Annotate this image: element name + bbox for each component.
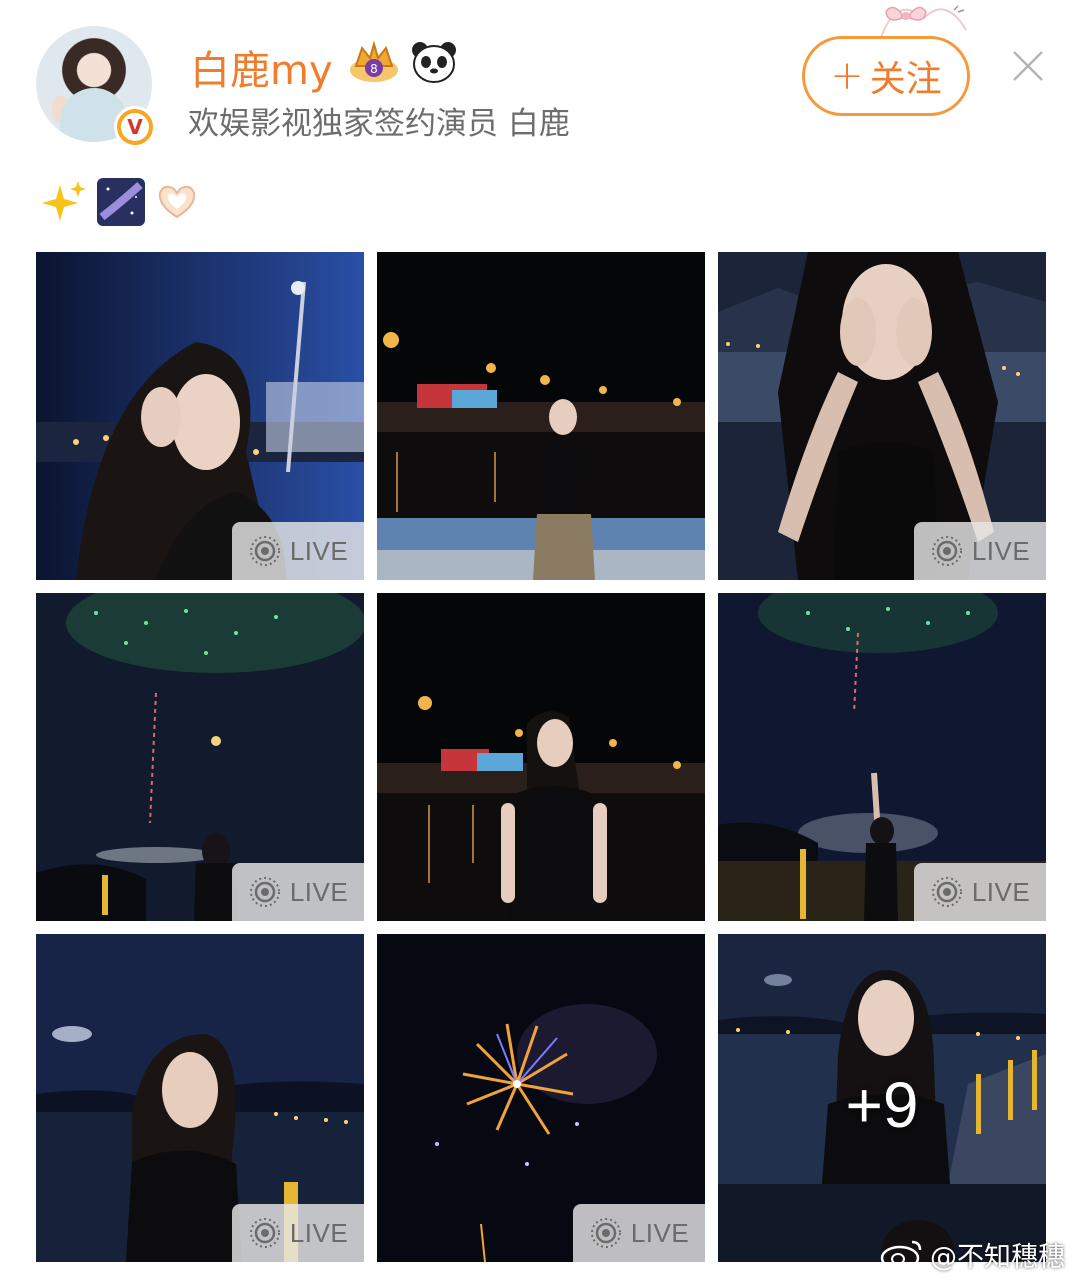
follow-button-label: 关注 [869, 59, 942, 100]
live-badge: LIVE [914, 863, 1046, 921]
heart-hands-icon [158, 185, 196, 219]
live-badge: LIVE [914, 522, 1046, 580]
photo-tile-4[interactable]: LIVE [36, 593, 364, 921]
weibo-logo-icon [880, 1240, 922, 1270]
sparkles-icon [42, 181, 86, 221]
user-description: 欢娱影视独家签约演员 白鹿 [188, 106, 570, 142]
galaxy-icon [97, 178, 145, 226]
follow-button[interactable]: + 关注 [802, 36, 970, 116]
photo-tile-2[interactable] [377, 252, 705, 580]
live-label: LIVE [289, 535, 349, 566]
live-badge: LIVE [232, 1204, 364, 1262]
vip-crown-icon: 8 [350, 40, 398, 82]
live-label: LIVE [971, 876, 1031, 907]
photo-tile-7[interactable]: LIVE [36, 934, 364, 1262]
post-header: V 白鹿my 8 欢娱影视独家签约演员 白鹿 + 关注 [0, 0, 1080, 160]
live-photo-icon [249, 1218, 280, 1248]
weibo-watermark: @不知穗穗 [880, 1234, 1065, 1274]
live-label: LIVE [289, 1217, 349, 1248]
live-photo-icon [931, 877, 962, 907]
live-label: LIVE [289, 876, 349, 907]
live-badge: LIVE [573, 1204, 705, 1262]
live-label: LIVE [630, 1217, 690, 1248]
verified-badge-icon: V [114, 106, 156, 148]
live-label: LIVE [971, 535, 1031, 566]
more-photos-count[interactable]: +9 [718, 934, 1046, 1262]
live-photo-icon [931, 536, 962, 566]
photo-tile-8[interactable]: LIVE [377, 934, 705, 1262]
photo-tile-9-more[interactable]: +9 [718, 934, 1046, 1262]
photo-tile-1[interactable]: LIVE [36, 252, 364, 580]
post-text-emoji-row [40, 176, 202, 228]
photo-5-image [377, 593, 705, 921]
close-icon[interactable] [1008, 46, 1048, 86]
live-badge: LIVE [232, 863, 364, 921]
live-photo-icon [249, 877, 280, 907]
photo-tile-6[interactable]: LIVE [718, 593, 1046, 921]
photo-grid: LIVE LIVE LIVE LIVE LIVE LIVE +9 [36, 252, 1046, 1262]
plus-icon: + [830, 53, 864, 99]
panda-icon [412, 42, 456, 83]
photo-tile-3[interactable]: LIVE [718, 252, 1046, 580]
watermark-text: @不知穗穗 [930, 1241, 1065, 1273]
verified-badge-letter: V [121, 113, 149, 141]
live-photo-icon [590, 1218, 621, 1248]
photo-tile-5[interactable] [377, 593, 705, 921]
live-photo-icon [249, 536, 280, 566]
username[interactable]: 白鹿my [190, 38, 333, 96]
svg-text:8: 8 [370, 62, 378, 76]
photo-2-image [377, 252, 705, 580]
live-badge: LIVE [232, 522, 364, 580]
